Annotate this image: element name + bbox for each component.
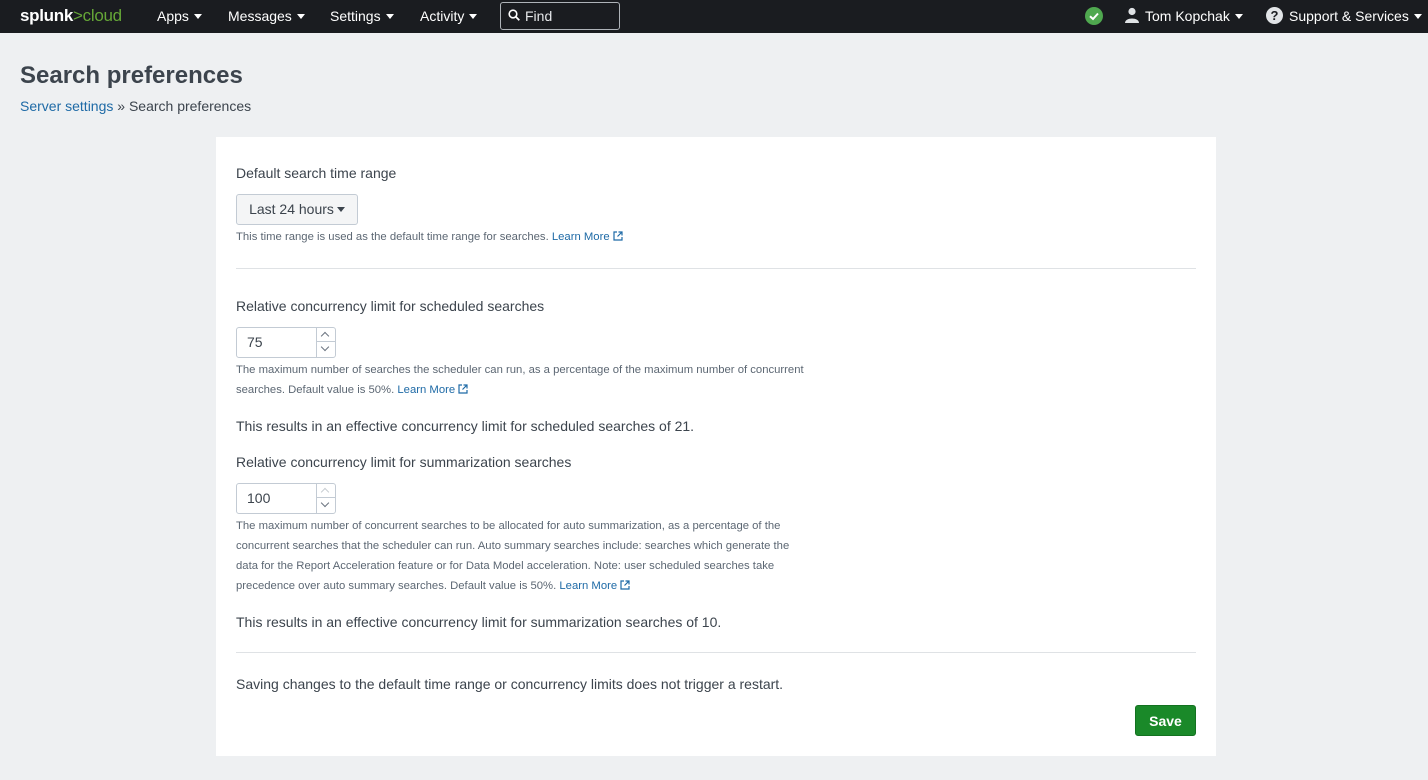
apps-menu-label: Apps	[157, 8, 189, 24]
scheduled-limit-help: The maximum number of searches the sched…	[236, 360, 804, 400]
health-status-check-icon[interactable]	[1085, 7, 1103, 25]
summarization-help-line-3: data for the Report Acceleration feature…	[236, 560, 775, 572]
search-preferences-panel: Default search time range Last 24 hours …	[216, 137, 1216, 756]
messages-menu-label: Messages	[228, 8, 292, 24]
find-search-box[interactable]	[500, 2, 620, 30]
support-menu[interactable]: Support & Services	[1289, 8, 1422, 24]
scheduled-help-line-2: searches. Default value is 50%.	[236, 384, 395, 396]
scheduled-limit-input[interactable]: 75	[236, 327, 336, 358]
external-link-icon	[613, 231, 623, 241]
chevron-up-icon	[320, 487, 330, 497]
splunk-cloud-logo[interactable]: splunk>cloud	[20, 6, 122, 26]
logo-sub: cloud	[82, 6, 122, 25]
time-range-dropdown[interactable]: Last 24 hours	[236, 194, 358, 225]
caret-down-icon	[296, 13, 305, 19]
find-input[interactable]	[525, 7, 615, 25]
scheduled-help-line-1: The maximum number of searches the sched…	[236, 364, 804, 376]
time-range-value: Last 24 hours	[249, 201, 334, 217]
summarization-limit-help: The maximum number of concurrent searche…	[236, 516, 789, 596]
increment-button[interactable]	[317, 484, 335, 498]
summarization-learn-more-link[interactable]: Learn More	[559, 580, 630, 592]
learn-more-label: Learn More	[559, 580, 618, 592]
logo-main: splunk	[20, 6, 73, 25]
checkmark-icon	[1089, 12, 1099, 21]
learn-more-label: Learn More	[397, 384, 456, 396]
summarization-limit-label: Relative concurrency limit for summariza…	[236, 454, 572, 470]
chevron-down-icon	[320, 498, 330, 508]
support-menu-label: Support & Services	[1289, 8, 1409, 24]
settings-menu[interactable]: Settings	[330, 8, 394, 24]
scheduled-limit-label: Relative concurrency limit for scheduled…	[236, 298, 545, 314]
external-link-icon	[458, 384, 468, 394]
scheduled-limit-result: This results in an effective concurrency…	[236, 418, 695, 434]
search-icon	[508, 9, 520, 21]
time-range-learn-more-link[interactable]: Learn More	[552, 231, 623, 243]
logo-separator: >	[73, 6, 83, 25]
time-range-label: Default search time range	[236, 165, 397, 181]
summarization-limit-input[interactable]: 100	[236, 483, 336, 514]
caret-down-icon	[193, 13, 202, 19]
decrement-button[interactable]	[317, 498, 335, 512]
summarization-limit-result: This results in an effective concurrency…	[236, 614, 722, 630]
scheduled-help-line-2-wrap: searches. Default value is 50%. Learn Mo…	[236, 380, 804, 400]
scheduled-limit-value: 75	[247, 334, 263, 350]
learn-more-label: Learn More	[551, 231, 610, 243]
scheduled-learn-more-link[interactable]: Learn More	[397, 384, 468, 396]
increment-button[interactable]	[317, 328, 335, 342]
question-mark-icon: ?	[1266, 7, 1283, 24]
summarization-limit-value: 100	[247, 490, 271, 506]
caret-down-icon	[1413, 13, 1422, 19]
summarization-help-line-2: concurrent searches that the scheduler c…	[236, 540, 790, 552]
user-menu-label: Tom Kopchak	[1145, 8, 1230, 24]
restart-note: Saving changes to the default time range…	[236, 676, 784, 692]
user-menu[interactable]: Tom Kopchak	[1145, 8, 1243, 24]
caret-down-icon	[469, 13, 478, 19]
time-range-help: This time range is used as the default t…	[236, 227, 623, 247]
chevron-down-icon	[320, 342, 330, 352]
caret-down-icon	[1234, 13, 1243, 19]
section-divider	[236, 652, 1196, 653]
summarization-help-line-4: precedence over auto summary searches. D…	[236, 580, 557, 592]
summarization-limit-stepper	[316, 484, 335, 513]
page-title: Search preferences	[20, 62, 243, 89]
summarization-help-line-4-wrap: precedence over auto summary searches. D…	[236, 576, 789, 596]
breadcrumb: Server settings » Search preferences	[20, 98, 251, 114]
top-nav-bar: splunk>cloud Apps Messages Settings Acti…	[0, 0, 1428, 33]
settings-menu-label: Settings	[330, 8, 381, 24]
breadcrumb-separator: »	[113, 98, 129, 114]
user-icon	[1125, 7, 1139, 23]
decrement-button[interactable]	[317, 342, 335, 356]
time-range-help-text: This time range is used as the default t…	[236, 231, 549, 243]
section-divider	[236, 268, 1196, 269]
activity-menu[interactable]: Activity	[420, 8, 478, 24]
external-link-icon	[620, 580, 630, 590]
save-button[interactable]: Save	[1135, 705, 1196, 736]
caret-down-icon	[336, 206, 345, 212]
apps-menu[interactable]: Apps	[157, 8, 202, 24]
caret-down-icon	[385, 13, 394, 19]
activity-menu-label: Activity	[420, 8, 465, 24]
breadcrumb-current: Search preferences	[128, 98, 252, 114]
scheduled-limit-stepper	[316, 328, 335, 357]
summarization-help-line-1: The maximum number of concurrent searche…	[236, 520, 781, 532]
messages-menu[interactable]: Messages	[228, 8, 305, 24]
breadcrumb-server-settings-link[interactable]: Server settings	[20, 98, 113, 114]
chevron-up-icon	[320, 331, 330, 341]
